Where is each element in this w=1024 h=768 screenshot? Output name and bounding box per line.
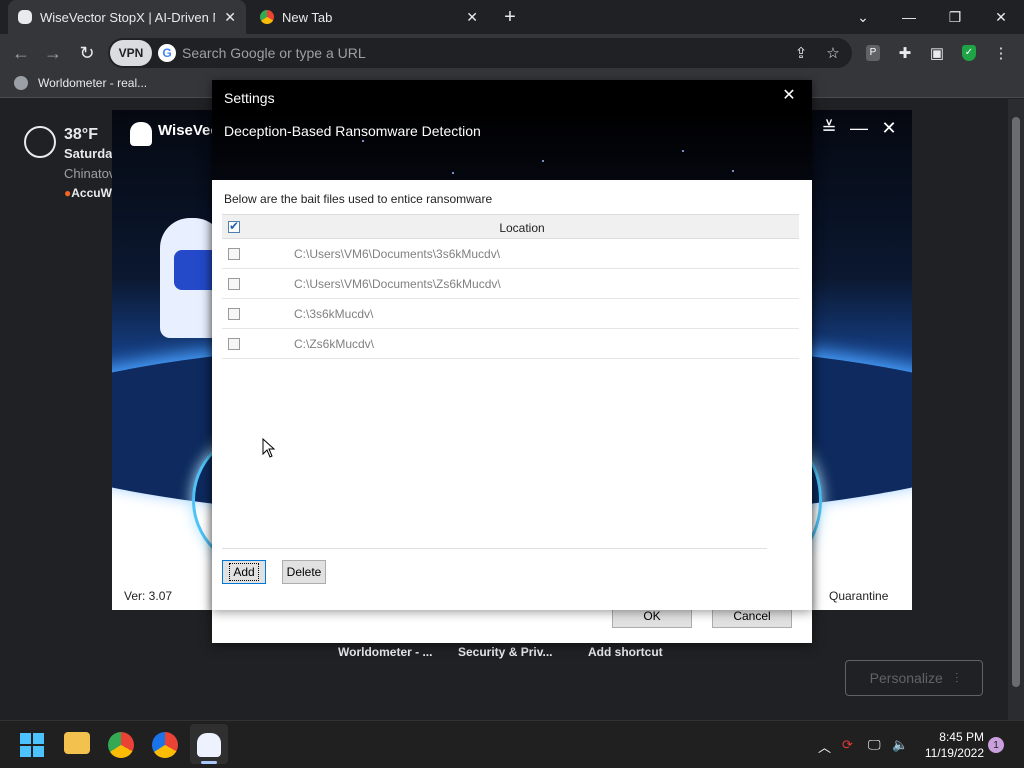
bookmark-star-icon[interactable]: ☆ bbox=[822, 42, 844, 64]
row-checkbox[interactable] bbox=[228, 308, 240, 320]
scroll-thumb[interactable] bbox=[1012, 117, 1020, 687]
shortcut-worldometer[interactable]: Worldometer - ... bbox=[338, 645, 432, 659]
wisevector-taskbar-icon[interactable] bbox=[197, 733, 221, 757]
extensions-puzzle-icon[interactable]: ✚ bbox=[894, 42, 916, 64]
sliders-icon: ⫶ bbox=[954, 669, 959, 686]
share-icon[interactable]: ⇪ bbox=[790, 42, 812, 64]
deception-dialog: Deception-Based Ransomware Detection Bel… bbox=[212, 110, 812, 610]
menu-icon[interactable]: ≚ bbox=[815, 114, 843, 142]
minimize-icon[interactable]: — bbox=[886, 0, 932, 34]
column-header-location[interactable]: Location bbox=[222, 221, 822, 235]
table-header: Location bbox=[222, 214, 799, 239]
google-icon: G bbox=[158, 44, 176, 62]
window-close-icon[interactable]: ✕ bbox=[875, 114, 903, 142]
taskbar-active-indicator bbox=[201, 761, 217, 764]
chrome-profile-icon[interactable] bbox=[152, 732, 178, 758]
add-button[interactable]: Add bbox=[222, 560, 266, 584]
weather-temp: 38°F bbox=[64, 126, 98, 143]
row-checkbox[interactable] bbox=[228, 248, 240, 260]
row-path: C:\Users\VM6\Documents\3s6kMucdv\ bbox=[294, 247, 501, 261]
close-icon[interactable]: ✕ bbox=[224, 9, 236, 26]
tab-new-tab[interactable]: New Tab ✕ bbox=[250, 0, 488, 34]
row-checkbox[interactable] bbox=[228, 278, 240, 290]
dialog-title: Deception-Based Ransomware Detection bbox=[224, 123, 481, 139]
window-close-icon[interactable]: ✕ bbox=[978, 0, 1024, 34]
globe-icon bbox=[14, 76, 28, 90]
mouse-cursor-icon bbox=[262, 438, 276, 458]
chrome-icon[interactable] bbox=[108, 732, 134, 758]
app-name: WiseVec bbox=[158, 122, 219, 139]
weather-provider: ●AccuW bbox=[64, 186, 112, 200]
extension-p-icon[interactable]: P bbox=[862, 42, 884, 64]
browser-toolbar: ← → ↻ VPN G ⇪ ☆ P ✚ ▣ ✓ ⋮ bbox=[0, 34, 1024, 72]
windows-start-icon[interactable] bbox=[20, 733, 44, 757]
page-scrollbar[interactable] bbox=[1008, 99, 1024, 720]
tab-title: WiseVector StopX | AI-Driven Ma bbox=[40, 9, 215, 25]
delete-button[interactable]: Delete bbox=[282, 560, 326, 584]
system-clock[interactable]: 8:45 PM 11/19/2022 bbox=[920, 729, 984, 761]
personalize-label: Personalize bbox=[869, 670, 943, 686]
menu-kebab-icon[interactable]: ⋮ bbox=[990, 42, 1012, 64]
row-path: C:\3s6kMucdv\ bbox=[294, 307, 374, 321]
settings-titlebar: Settings ✕ bbox=[212, 80, 812, 110]
dialog-header: Deception-Based Ransomware Detection bbox=[212, 110, 812, 180]
bookmark-worldometer[interactable]: Worldometer - real... bbox=[14, 76, 147, 90]
row-checkbox[interactable] bbox=[228, 338, 240, 350]
network-icon[interactable]: 🖵 bbox=[868, 737, 881, 753]
weather-city: Chinatov bbox=[64, 166, 116, 181]
clock-time: 8:45 PM bbox=[939, 730, 984, 744]
table-row[interactable]: C:\Users\VM6\Documents\3s6kMucdv\ bbox=[222, 239, 799, 269]
table-row[interactable]: C:\3s6kMucdv\ bbox=[222, 299, 799, 329]
reload-icon[interactable]: ↻ bbox=[76, 42, 98, 64]
wisevector-logo-icon bbox=[130, 122, 152, 146]
table-row[interactable]: C:\Zs6kMucdv\ bbox=[222, 329, 799, 359]
row-path: C:\Zs6kMucdv\ bbox=[294, 337, 375, 351]
sun-icon bbox=[24, 126, 56, 158]
quarantine-link[interactable]: Quarantine bbox=[829, 589, 888, 603]
address-input[interactable] bbox=[182, 42, 742, 64]
tab-title: New Tab bbox=[282, 9, 333, 25]
restore-icon[interactable]: ❐ bbox=[932, 0, 978, 34]
file-explorer-icon[interactable] bbox=[64, 732, 90, 754]
forward-icon[interactable]: → bbox=[42, 42, 64, 64]
side-panel-icon[interactable]: ▣ bbox=[926, 42, 948, 64]
table-row[interactable]: C:\Users\VM6\Documents\Zs6kMucdv\ bbox=[222, 269, 799, 299]
close-icon[interactable]: ✕ bbox=[466, 9, 478, 26]
minimize-icon[interactable]: — bbox=[845, 114, 873, 142]
tab-search-icon[interactable]: ⌄ bbox=[840, 0, 886, 34]
bookmark-label: Worldometer - real... bbox=[38, 76, 148, 90]
row-path: C:\Users\VM6\Documents\Zs6kMucdv\ bbox=[294, 277, 501, 291]
shortcut-security[interactable]: Security & Priv... bbox=[458, 645, 552, 659]
settings-title: Settings bbox=[224, 90, 275, 106]
wisevector-favicon-icon bbox=[18, 10, 32, 24]
wisevector-tray-icon[interactable]: ⟳ bbox=[842, 737, 853, 753]
close-icon[interactable]: ✕ bbox=[778, 84, 800, 106]
personalize-button[interactable]: Personalize ⫶ bbox=[845, 660, 983, 696]
bait-files-table: Location C:\Users\VM6\Documents\3s6kMucd… bbox=[222, 214, 799, 362]
back-icon[interactable]: ← bbox=[10, 42, 32, 64]
version-label: Ver: 3.07 bbox=[124, 589, 173, 603]
tab-wisevector[interactable]: WiseVector StopX | AI-Driven Ma ✕ bbox=[8, 0, 246, 34]
chrome-favicon-icon bbox=[260, 10, 274, 24]
divider bbox=[222, 548, 767, 549]
clock-date: 11/19/2022 bbox=[924, 746, 984, 760]
tab-strip: WiseVector StopX | AI-Driven Ma ✕ New Ta… bbox=[0, 0, 1024, 34]
shortcut-add[interactable]: Add shortcut bbox=[588, 645, 663, 659]
vpn-badge[interactable]: VPN bbox=[110, 40, 152, 66]
shield-extension-icon[interactable]: ✓ bbox=[958, 42, 980, 64]
add-label: Add bbox=[229, 563, 259, 581]
new-tab-button[interactable]: + bbox=[498, 5, 522, 29]
dialog-description: Below are the bait files used to entice … bbox=[224, 192, 493, 206]
omnibox[interactable]: VPN G ⇪ ☆ bbox=[108, 38, 852, 68]
volume-icon[interactable]: 🔈 bbox=[892, 737, 908, 753]
tray-chevron-icon[interactable]: ︿ bbox=[818, 737, 831, 756]
notification-badge[interactable]: 1 bbox=[988, 737, 1004, 753]
